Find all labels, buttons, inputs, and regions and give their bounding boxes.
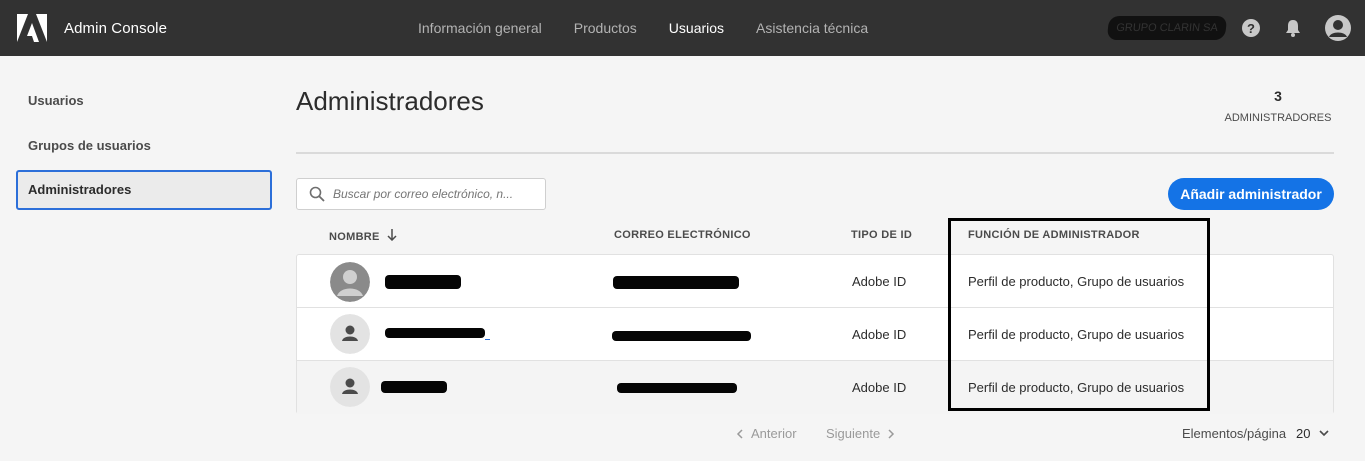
search-box [296, 178, 546, 210]
sort-down-icon [387, 229, 397, 242]
column-header-id-type: TIPO DE ID [851, 229, 913, 241]
top-nav: Información general Productos Usuarios A… [418, 0, 900, 56]
redacted-name [385, 328, 485, 338]
id-type: Adobe ID [852, 327, 907, 342]
column-header-name-label: NOMBRE [329, 231, 380, 243]
redacted-email [612, 331, 751, 341]
redacted-email [613, 276, 739, 289]
org-switcher[interactable]: GRUPO CLARIN SA [1106, 16, 1228, 40]
previous-page-label: Anterior [751, 426, 797, 441]
chevron-down-icon[interactable] [1318, 428, 1330, 438]
sidebar-item-users[interactable]: Usuarios [28, 93, 84, 108]
sidebar-item-user-groups[interactable]: Grupos de usuarios [28, 138, 151, 153]
nav-item-support[interactable]: Asistencia técnica [756, 20, 868, 36]
next-page-button[interactable]: Siguiente [826, 426, 896, 441]
avatar [330, 314, 370, 354]
items-per-page-select[interactable]: 20 [1296, 426, 1310, 441]
app-title: Admin Console [64, 19, 168, 37]
items-per-page-label: Elementos/página [1182, 426, 1287, 441]
header-divider [296, 152, 1334, 154]
column-header-email: CORREO ELECTRÓNICO [614, 229, 751, 241]
user-avatar-icon[interactable] [1325, 15, 1351, 41]
chevron-left-icon [736, 428, 743, 439]
add-administrator-button[interactable]: Añadir administrador [1168, 178, 1334, 210]
chevron-right-icon [888, 428, 895, 439]
nav-item-overview[interactable]: Información general [418, 20, 542, 36]
nav-item-users[interactable]: Usuarios [669, 20, 724, 36]
next-page-label: Siguiente [826, 426, 881, 441]
search-icon [309, 186, 325, 202]
top-bar: Admin Console Información general Produc… [0, 0, 1365, 56]
page-title: Administradores [296, 86, 484, 116]
sidebar-item-administrators[interactable]: Administradores [16, 170, 272, 210]
name-link[interactable] [485, 332, 490, 340]
adobe-logo-icon [17, 14, 47, 42]
help-icon[interactable]: ? [1241, 18, 1261, 38]
svg-text:?: ? [1247, 21, 1255, 36]
search-input[interactable] [333, 187, 533, 201]
nav-item-products[interactable]: Productos [574, 20, 637, 36]
column-header-name[interactable]: NOMBRE [329, 229, 397, 243]
redacted-name [381, 381, 447, 393]
id-type: Adobe ID [852, 274, 907, 289]
redacted-email [617, 383, 737, 393]
annotation-highlight-box [948, 218, 1210, 411]
avatar [330, 367, 370, 407]
brand[interactable]: Admin Console [17, 14, 167, 42]
admin-count: 3 [1274, 88, 1282, 104]
avatar [330, 262, 370, 302]
redacted-name [385, 275, 461, 289]
bell-icon[interactable] [1283, 18, 1303, 38]
admin-count-label: ADMINISTRADORES [1224, 112, 1332, 124]
previous-page-button[interactable]: Anterior [735, 426, 797, 441]
id-type: Adobe ID [852, 380, 907, 395]
